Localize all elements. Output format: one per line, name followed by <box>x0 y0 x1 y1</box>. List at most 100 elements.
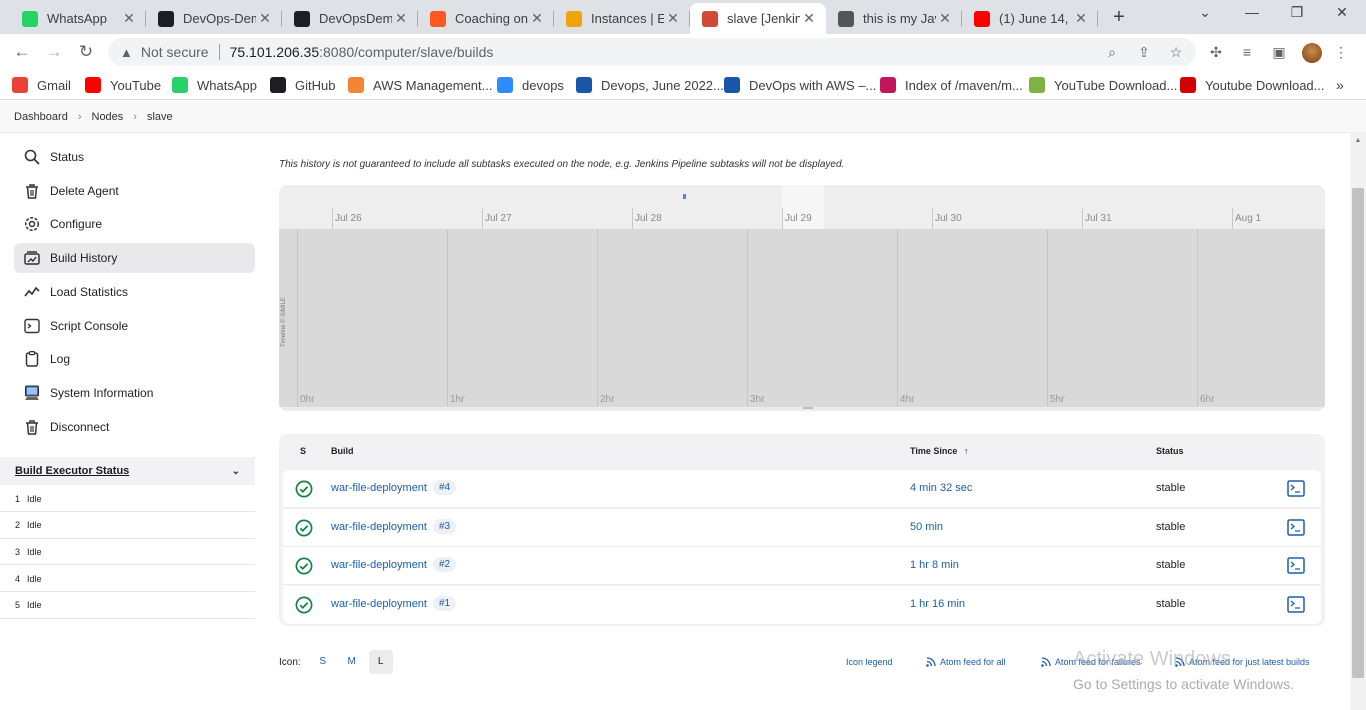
task-configure[interactable]: Configure <box>14 209 255 239</box>
build-number-link[interactable]: #3 <box>433 518 457 534</box>
close-tab-icon[interactable]: ✕ <box>392 10 410 27</box>
scrollbar-thumb[interactable] <box>1352 188 1364 678</box>
executor-status-title[interactable]: Build Executor Status <box>15 465 232 477</box>
build-time-since[interactable]: 1 hr 8 min <box>910 559 959 571</box>
side-panel-icon[interactable]: ▣ <box>1270 44 1288 62</box>
icon-size-m[interactable]: M <box>340 650 364 674</box>
col-header-time-since[interactable]: Time Since ↑ <box>910 446 968 456</box>
close-tab-icon[interactable]: ✕ <box>1072 10 1090 27</box>
task-system-information[interactable]: System Information <box>14 378 255 408</box>
task-disconnect[interactable]: Disconnect <box>14 412 255 442</box>
maximize-button[interactable]: ❐ <box>1277 4 1317 21</box>
executor-status-header[interactable]: Build Executor Status ⌄ <box>0 457 255 485</box>
scroll-up-icon[interactable]: ▲ <box>1352 137 1364 144</box>
task-script-console[interactable]: Script Console <box>14 311 255 341</box>
console-output-icon[interactable] <box>1287 518 1305 536</box>
feed-all-label[interactable]: Atom feed for all <box>940 657 1006 667</box>
icon-legend-label[interactable]: Icon legend <box>846 657 893 667</box>
task-load-statistics[interactable]: Load Statistics <box>14 277 255 307</box>
bookmark-item[interactable]: DevOps with AWS –... <box>724 76 876 94</box>
reading-list-icon[interactable]: ≡ <box>1238 44 1256 62</box>
bookmark-star-icon[interactable]: ☆ <box>1167 44 1185 62</box>
browser-tab[interactable]: DevOps-Demo✕ <box>146 3 282 34</box>
close-tab-icon[interactable]: ✕ <box>800 10 818 27</box>
console-output-icon[interactable] <box>1287 557 1305 574</box>
build-job-link[interactable]: war-file-deployment <box>331 598 427 610</box>
browser-tab[interactable]: DevOpsDemo✕ <box>282 3 418 34</box>
build-time-since[interactable]: 1 hr 16 min <box>910 598 965 610</box>
blogger-icon <box>430 10 446 27</box>
tab-search-icon[interactable]: ⌄ <box>1185 4 1225 21</box>
chevron-down-icon[interactable]: ⌄ <box>232 466 240 477</box>
close-tab-icon[interactable]: ✕ <box>256 10 274 27</box>
profile-avatar[interactable] <box>1302 43 1322 63</box>
col-header-build-status[interactable]: Status <box>1156 446 1184 456</box>
bookmark-item[interactable]: YouTube <box>85 76 161 94</box>
bookmark-item[interactable]: WhatsApp <box>172 76 257 94</box>
bookmark-item[interactable]: GitHub <box>270 76 335 94</box>
more-bookmarks-icon[interactable]: » <box>1336 76 1344 94</box>
task-status[interactable]: Status <box>14 142 255 172</box>
breadcrumb-nodes[interactable]: Nodes <box>92 111 124 123</box>
bookmark-item[interactable]: devops <box>497 76 564 94</box>
success-check-icon <box>295 480 313 498</box>
build-timeline[interactable]: Jul 26 Jul 27 Jul 28 Jul 29 Jul 30 Jul 31 Aug … <box>279 185 1325 411</box>
task-log[interactable]: Log <box>14 344 255 374</box>
build-time-since[interactable]: 50 min <box>910 521 943 533</box>
bookmark-item[interactable]: Gmail <box>12 76 71 94</box>
build-time-since[interactable]: 4 min 32 sec <box>910 482 972 494</box>
close-tab-icon[interactable]: ✕ <box>120 10 138 27</box>
minimize-button[interactable]: — <box>1232 4 1272 20</box>
extensions-icon[interactable]: ✣ <box>1207 44 1225 62</box>
task-build-history[interactable]: Build History <box>14 243 255 273</box>
task-delete-agent[interactable]: Delete Agent <box>14 176 255 206</box>
timeline-event-marker[interactable] <box>683 194 686 199</box>
build-job-link[interactable]: war-file-deployment <box>331 559 427 571</box>
browser-tab[interactable]: Coaching on ✕ <box>418 3 554 34</box>
close-tab-icon[interactable]: ✕ <box>664 10 682 27</box>
browser-tab[interactable]: Instances | EC✕ <box>554 3 690 34</box>
back-button[interactable]: ← <box>11 42 33 62</box>
icon-size-l[interactable]: L <box>368 650 393 674</box>
browser-tab[interactable]: (1) June 14, 2 ✕ <box>962 3 1098 34</box>
address-bar[interactable]: ▲ Not secure 75.101.206.35 :8080/compute… <box>108 38 1196 66</box>
timeline-day-tick: Jul 31 <box>1082 208 1112 229</box>
icon-legend-link[interactable]: Icon legend <box>846 657 893 667</box>
console-output-icon[interactable] <box>1287 480 1305 497</box>
share-icon[interactable]: ⇪ <box>1135 44 1153 62</box>
breadcrumb-dashboard[interactable]: Dashboard <box>14 111 68 123</box>
build-number-link[interactable]: #2 <box>433 557 457 572</box>
bookmark-item[interactable]: Devops, June 2022... <box>576 76 724 94</box>
build-number-link[interactable]: #4 <box>433 480 457 495</box>
close-window-button[interactable]: ✕ <box>1322 4 1362 21</box>
bookmark-item[interactable]: YouTube Download... <box>1029 76 1177 94</box>
menu-kebab-icon[interactable]: ⋮ <box>1332 44 1350 62</box>
bookmark-label: DevOps with AWS –... <box>749 77 877 93</box>
reload-button[interactable]: ↻ <box>75 42 97 62</box>
browser-tab[interactable]: this is my Java✕ <box>826 3 962 34</box>
feed-all-link[interactable]: Atom feed for all <box>926 657 1006 667</box>
breadcrumb-slave[interactable]: slave <box>147 111 173 123</box>
whatsapp-icon <box>172 77 188 93</box>
build-number-link[interactable]: #1 <box>433 595 457 611</box>
build-job-link[interactable]: war-file-deployment <box>331 482 427 494</box>
close-tab-icon[interactable]: ✕ <box>936 10 954 27</box>
timeline-resize-handle[interactable] <box>803 407 813 409</box>
icon-size-s[interactable]: S <box>311 650 335 674</box>
build-job-link[interactable]: war-file-deployment <box>331 521 427 533</box>
bookmark-item[interactable]: AWS Management... <box>348 76 492 94</box>
line-chart-icon <box>24 286 40 297</box>
console-output-icon[interactable] <box>1287 595 1305 613</box>
bookmark-item[interactable]: Index of /maven/m... <box>880 76 1023 94</box>
col-header-time-since-label[interactable]: Time Since <box>910 446 957 456</box>
bookmark-item[interactable]: Youtube Download... <box>1180 76 1325 94</box>
new-tab-button[interactable]: + <box>1108 6 1130 28</box>
browser-tab[interactable]: slave [Jenkins✕ <box>690 3 826 34</box>
col-header-status[interactable]: S <box>300 446 306 456</box>
browser-tab[interactable]: WhatsApp ✕ <box>10 3 146 34</box>
forward-button[interactable]: → <box>43 42 65 62</box>
zoom-search-icon[interactable]: ⌕ <box>1103 44 1121 62</box>
close-tab-icon[interactable]: ✕ <box>528 10 546 27</box>
col-header-build[interactable]: Build <box>331 446 354 456</box>
executor-state: Idle <box>27 546 42 557</box>
